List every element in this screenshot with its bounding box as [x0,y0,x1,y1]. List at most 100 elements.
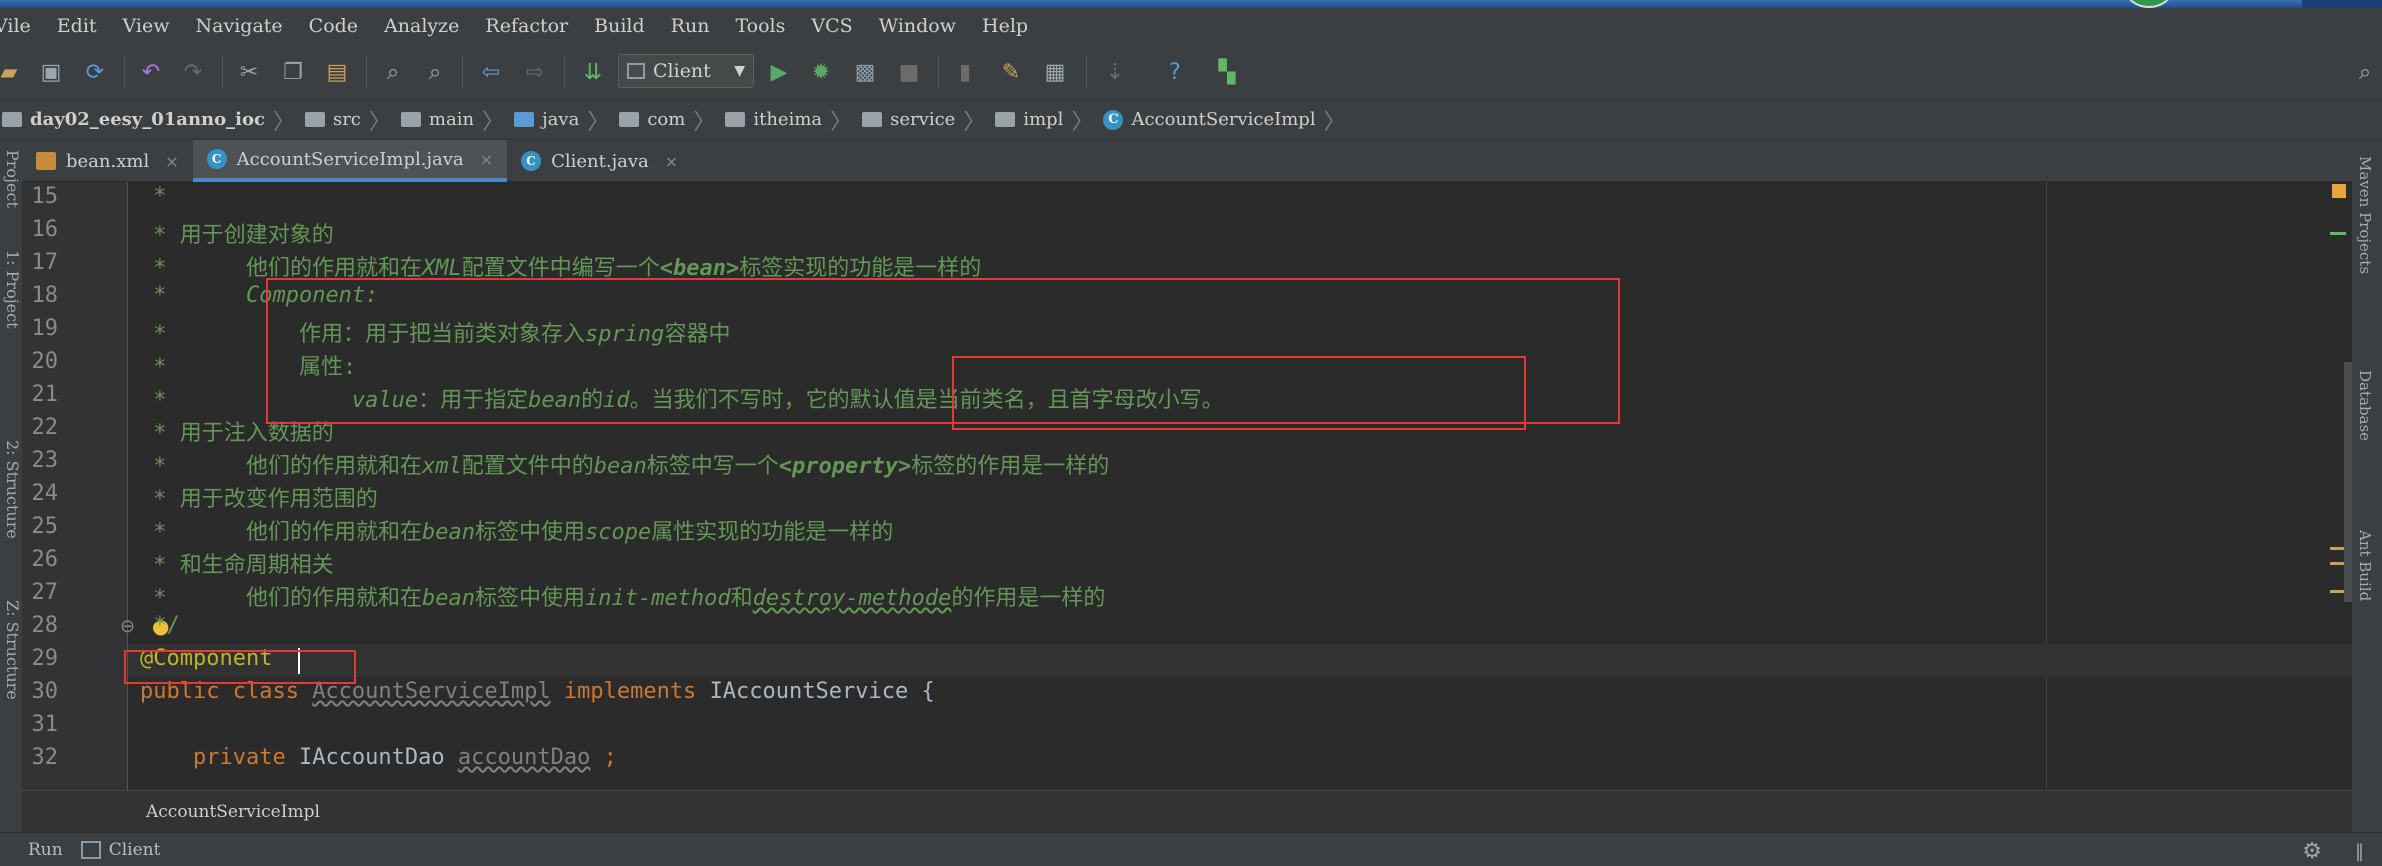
find-icon[interactable]: ⌕ [378,57,408,87]
search-everywhere-icon[interactable]: ⌕ [2350,57,2380,87]
help-icon[interactable]: ? [1160,57,1190,87]
build-icon[interactable]: ⇊ [578,57,608,87]
menu-build[interactable]: Build [594,15,645,37]
menu-refactor[interactable]: Refactor [485,15,568,37]
window-controls[interactable] [2302,0,2382,8]
line-number: 17 [31,250,59,275]
vcs-icon[interactable]: ⇣ [1100,57,1130,87]
code-line-27: * 他们的作用就和在bean标签中使用init-method和destroy-m… [140,586,1106,611]
code-line-16: * 用于创建对象的 [140,223,334,248]
breadcrumb-com[interactable]: com 〉 [619,104,725,136]
class-icon: C [521,151,542,171]
project-structure-icon[interactable]: ▮ [950,57,980,87]
highlight-box-default-value [952,356,1526,430]
menu-navigate[interactable]: Navigate [196,15,283,37]
code-line-24: * 用于改变作用范围的 [140,487,378,512]
forward-icon[interactable]: ⇨ [520,57,550,87]
line-number: 24 [31,481,59,506]
cut-icon[interactable]: ✂ [234,57,264,87]
code-line-32: private IAccountDao accountDao ; [140,745,617,770]
run-icon[interactable]: ▶ [764,57,794,87]
plugin-icon[interactable]: ▚ [1212,57,1242,87]
code-line-28: */ [140,613,180,638]
tool-window-1-project[interactable]: 1: Project [0,250,22,329]
code-line-25: * 他们的作用就和在bean标签中使用scope属性实现的功能是一样的 [140,520,894,545]
menu-file[interactable]: Vile [0,15,31,37]
close-icon[interactable]: × [665,152,678,171]
gear-icon[interactable]: ⚙ [2302,839,2322,864]
tool-window-structure[interactable]: 2: Structure [0,440,22,539]
navigation-breadcrumb: day02_eesy_01anno_ioc 〉 src 〉 main 〉 java 〉 … [0,100,2382,140]
open-folder-icon[interactable]: ▰ [0,57,24,87]
paste-icon[interactable]: ▤ [322,57,352,87]
breadcrumb-project[interactable]: day02_eesy_01anno_ioc 〉 [0,104,305,136]
code-breadcrumb-class[interactable]: AccountServiceImpl [146,802,320,822]
current-line-highlight [128,644,2352,677]
menu-code[interactable]: Code [309,15,358,37]
close-icon[interactable]: × [480,150,493,169]
application-icon [80,840,101,859]
tab-label: AccountServiceImpl.java [236,148,464,170]
breadcrumb-src[interactable]: src 〉 [304,104,401,136]
app-badge-icon [2126,0,2172,8]
tab-account-service-impl[interactable]: C AccountServiceImpl.java × [192,140,508,182]
menu-tools[interactable]: Tools [735,15,785,37]
redo-icon[interactable]: ↷ [178,57,208,87]
editor-gutter: 15 16 17 18 19 20 21 22 23 24 25 26 27 2… [22,182,169,790]
line-number: 26 [31,547,59,572]
tab-client-java[interactable]: C Client.java × [507,140,692,182]
run-config-label[interactable]: Client [109,840,161,860]
menu-view[interactable]: View [123,15,170,37]
line-number: 23 [31,448,59,473]
debug-icon[interactable]: ✹ [806,57,836,87]
left-tool-window-strip: Project 1: Project 2: Structure Z: Struc… [0,140,22,832]
breadcrumb-impl[interactable]: impl 〉 [995,104,1103,136]
tool-window-ant-build[interactable]: Ant Build [2356,530,2374,601]
breadcrumb-class[interactable]: C AccountServiceImpl 〉 [1103,104,1355,136]
class-icon: C [206,149,227,169]
coverage-icon[interactable]: ▩ [850,57,880,87]
tool-window-z-structure[interactable]: Z: Structure [0,600,22,700]
undo-icon[interactable]: ↶ [136,57,166,87]
breadcrumb-java[interactable]: java 〉 [514,104,619,136]
menu-run[interactable]: Run [671,15,710,37]
menu-analyze[interactable]: Analyze [384,15,459,37]
run-tool-label[interactable]: Run [28,840,63,860]
tool-window-project[interactable]: Project [0,150,22,208]
menu-help[interactable]: Help [982,15,1028,37]
right-margin-guide [2046,182,2047,790]
line-number: 31 [31,712,59,737]
close-icon[interactable]: × [165,152,178,171]
tool-window-maven[interactable]: Maven Projects [2356,156,2374,274]
stop-icon[interactable]: ■ [894,57,924,87]
sync-icon[interactable]: ⟳ [80,57,110,87]
hide-panel-icon[interactable]: ‖ [2355,841,2364,862]
editor-scroll-markers[interactable] [2324,182,2352,790]
fold-icon[interactable]: ⊖ [120,616,135,637]
menu-vcs[interactable]: VCS [811,15,852,37]
right-tool-window-strip: Maven Projects Database Ant Build [2352,140,2382,832]
xml-file-icon [36,152,56,170]
run-configuration-select[interactable]: Client ▼ [618,54,754,88]
tool-window-database[interactable]: Database [2356,370,2374,441]
settings-icon[interactable]: ✎ [996,57,1026,87]
line-number: 20 [31,349,59,374]
line-number: 16 [31,217,59,242]
menu-window[interactable]: Window [879,15,956,37]
breadcrumb-main[interactable]: main 〉 [400,104,514,136]
sdk-icon[interactable]: ▦ [1040,57,1070,87]
scrollbar-thumb[interactable] [2344,362,2352,602]
warning-indicator-icon[interactable] [2332,184,2346,198]
code-editor[interactable]: 15 16 17 18 19 20 21 22 23 24 25 26 27 2… [22,182,2352,790]
line-number: 27 [31,580,59,605]
tab-bean-xml[interactable]: bean.xml × [22,140,193,182]
save-icon[interactable]: ▣ [36,57,66,87]
replace-icon[interactable]: ⌕ [420,57,450,87]
copy-icon[interactable]: ❐ [278,57,308,87]
back-icon[interactable]: ⇦ [476,57,506,87]
breadcrumb-itheima[interactable]: itheima 〉 [725,104,862,136]
menu-edit[interactable]: Edit [57,15,97,37]
breadcrumb-service[interactable]: service 〉 [862,104,995,136]
line-number: 22 [31,415,59,440]
application-icon [627,63,645,79]
